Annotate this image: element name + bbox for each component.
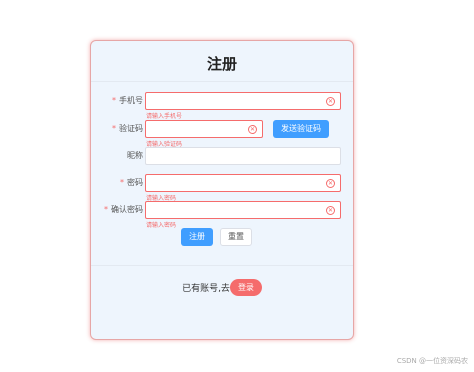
clear-icon[interactable]: ✕	[326, 97, 335, 106]
phone-row: * 手机号 ✕ 请输入手机号	[91, 92, 353, 120]
footer-divider	[91, 265, 353, 266]
nickname-field[interactable]	[145, 147, 341, 169]
login-prompt: 已有账号,去 登录	[91, 277, 353, 296]
phone-error: 请输入手机号	[146, 113, 183, 120]
confirm-password-label: * 确认密码	[104, 205, 143, 214]
clear-icon[interactable]: ✕	[326, 206, 335, 215]
page-title: 注册	[206, 55, 237, 73]
code-row: * 验证码 ✕ 发送验证码 请输入验证码	[91, 120, 353, 148]
watermark: CSDN @一位资深码农	[396, 357, 468, 365]
login-prompt-text: 已有账号,去	[182, 284, 230, 294]
nickname-label: 昵称	[127, 151, 143, 160]
confirm-password-row: * 确认密码 ✕ 请输入密码	[91, 201, 353, 229]
password-row: * 密码 ✕ 请输入密码	[91, 174, 353, 202]
phone-field[interactable]: ✕	[145, 92, 341, 114]
password-field[interactable]: ✕	[145, 174, 341, 196]
clear-icon[interactable]: ✕	[248, 125, 257, 134]
code-label: * 验证码	[112, 124, 143, 133]
send-code-button[interactable]: 发送验证码	[273, 120, 329, 138]
confirm-password-field[interactable]: ✕	[145, 201, 341, 223]
register-card: 注册 * 手机号 ✕ 请输入手机号 * 验证码 ✕ 发送验证码 请输入验证码 昵称 …	[90, 40, 354, 340]
code-field[interactable]: ✕	[145, 120, 263, 142]
clear-icon[interactable]: ✕	[326, 179, 335, 188]
nickname-input[interactable]	[146, 152, 340, 169]
password-label: * 密码	[120, 178, 143, 187]
reset-button[interactable]: 重置	[220, 228, 252, 246]
login-button[interactable]: 登录	[229, 279, 262, 296]
confirm-password-error: 请输入密码	[146, 222, 177, 229]
header-divider	[91, 81, 353, 82]
submit-button[interactable]: 注册	[181, 228, 213, 246]
nickname-row: 昵称	[91, 147, 353, 169]
phone-label: * 手机号	[112, 96, 143, 105]
